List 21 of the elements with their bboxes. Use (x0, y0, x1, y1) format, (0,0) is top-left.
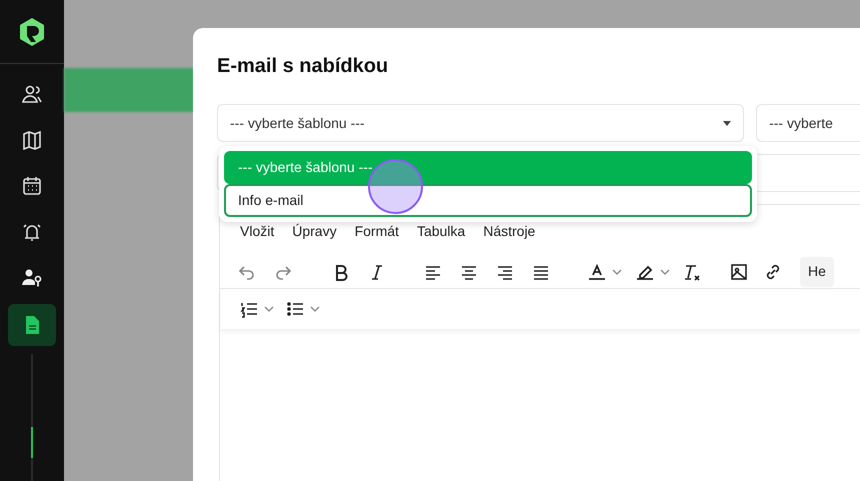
chevron-icon (660, 268, 670, 274)
chevron-icon (264, 306, 274, 312)
dropdown-option[interactable]: Info e-mail (224, 184, 752, 217)
template-select[interactable]: --- vyberte šablonu --- (217, 104, 744, 142)
scroll-thumb[interactable] (31, 427, 33, 458)
map-icon (21, 129, 43, 151)
menu-item[interactable]: Formát (346, 219, 407, 243)
logo-icon (18, 16, 46, 46)
user-key-icon (21, 267, 43, 289)
chevron-icon (310, 306, 320, 312)
menu-item[interactable]: Nástroje (475, 219, 544, 243)
block-format-dropdown[interactable]: He (800, 256, 834, 286)
users-icon (21, 83, 43, 105)
select-field[interactable]: --- vyberte (756, 104, 860, 142)
caret-icon (723, 120, 732, 126)
menu-item[interactable]: Vložit (232, 219, 282, 243)
chevron-icon (612, 268, 622, 274)
dialog-title: E-mail s nabídkou (217, 54, 390, 79)
calendar-icon (21, 175, 43, 197)
menu-item[interactable]: Úpravy (284, 219, 345, 243)
menu-item[interactable]: Tabulka (408, 219, 474, 243)
